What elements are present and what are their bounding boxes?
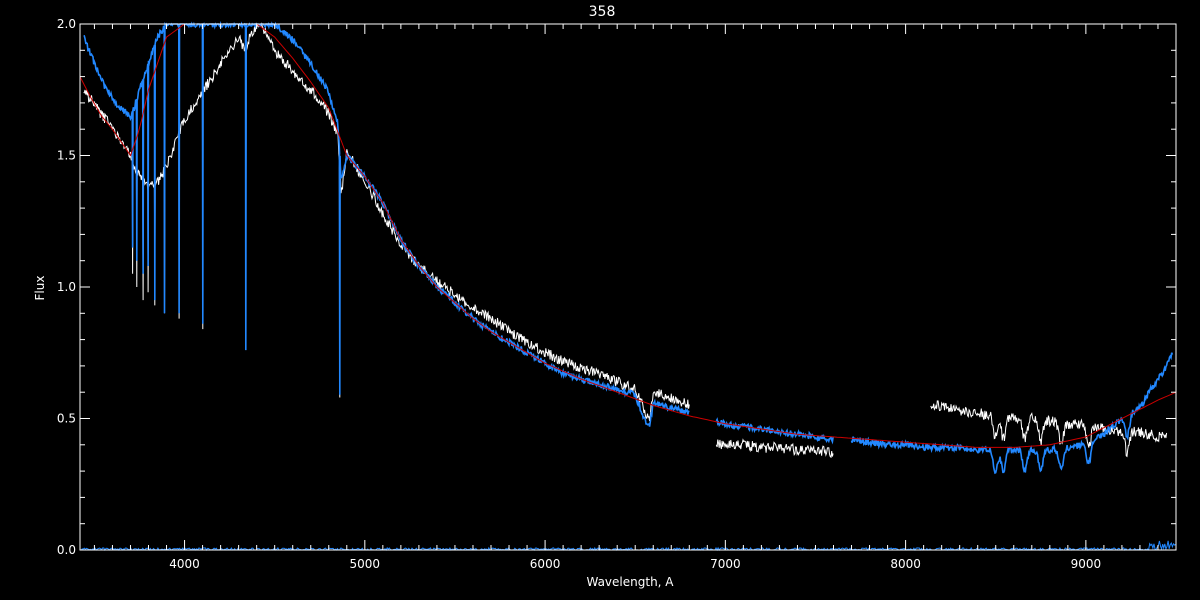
y-tick-label: 0.0 [57,543,76,557]
x-tick-label: 9000 [1071,557,1102,571]
x-tick-label: 4000 [169,557,200,571]
x-tick-label: 7000 [710,557,741,571]
y-axis-label: Flux [33,276,47,301]
x-axis-label: Wavelength, A [586,575,674,589]
y-tick-label: 0.5 [57,412,76,426]
chart-title: 358 [589,4,616,20]
y-tick-label: 2.0 [57,17,76,31]
x-tick-label: 8000 [890,557,921,571]
x-tick-label: 6000 [530,557,561,571]
y-tick-label: 1.5 [57,149,76,163]
x-tick-label: 5000 [350,557,381,571]
spectrum-plot: 358 Wavelength, A Flux 4000 5000 6000 7000 8… [0,0,1200,600]
y-tick-label: 1.0 [57,280,76,294]
